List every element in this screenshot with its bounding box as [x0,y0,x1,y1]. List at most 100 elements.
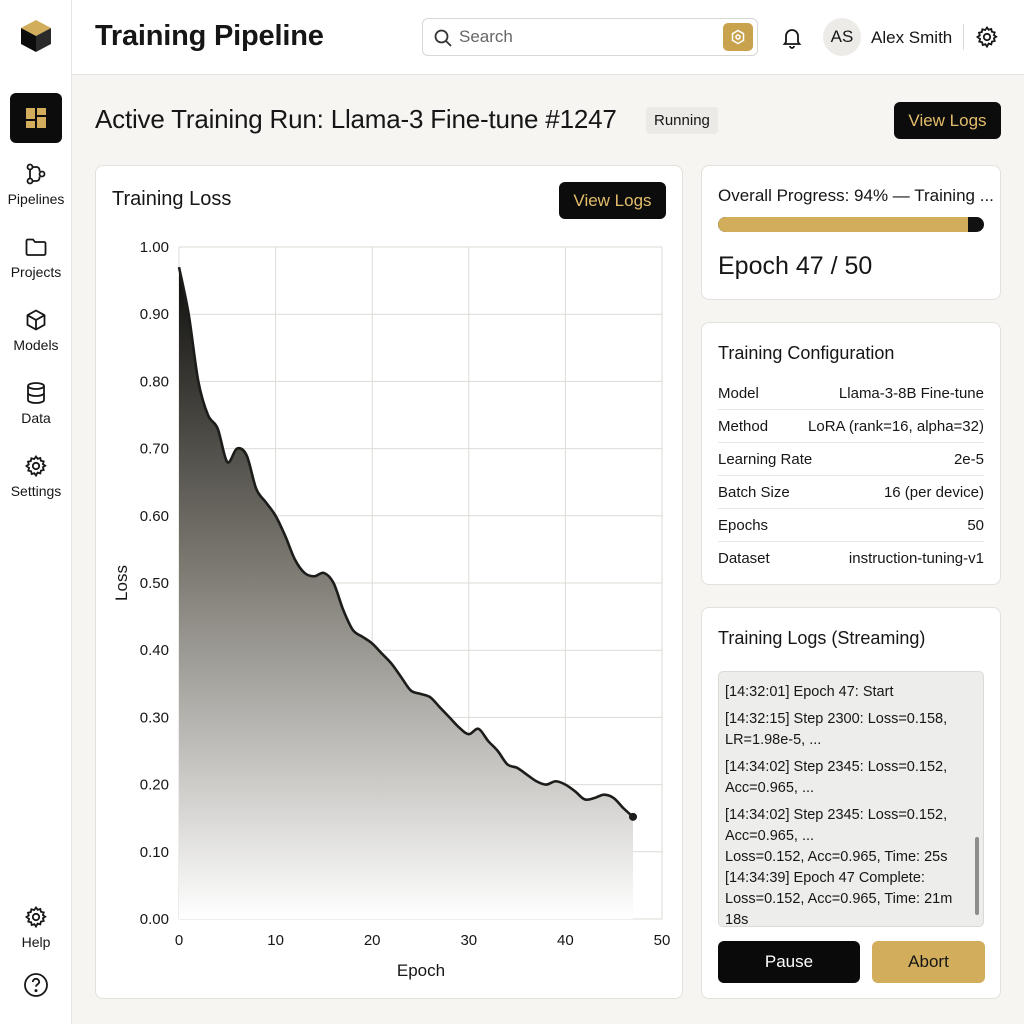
training-logs-card: Training Logs (Streaming) [14:32:01] Epo… [701,607,1001,999]
x-tick-label: 40 [557,932,574,949]
logs-title: Training Logs (Streaming) [718,628,926,648]
y-tick-label: 0.20 [140,777,169,794]
search-input[interactable] [459,25,709,49]
y-tick-label: 0.10 [140,844,169,861]
log-entry: [14:34:02] Step 2345: Loss=0.152, Acc=0.… [725,759,948,796]
x-tick-label: 30 [460,932,477,949]
config-key: Model [718,384,759,402]
config-value: 2e-5 [953,450,984,468]
pipeline-icon [26,163,46,185]
database-icon [27,382,45,404]
sidebar-item-label: Settings [10,483,62,499]
view-logs-button[interactable]: View Logs [894,102,1001,139]
log-stream[interactable]: [14:32:01] Epoch 47: Start [14:32:15] St… [718,671,984,928]
y-tick-label: 0.80 [140,373,169,390]
search-bar[interactable] [422,18,758,56]
chart-view-logs-button[interactable]: View Logs [559,182,666,219]
log-entry: Loss=0.152, Acc=0.965, Time: 25s [725,849,948,865]
training-config-card: Training Configuration Model Llama-3-8B … [701,322,1001,585]
gear-icon [24,905,47,929]
sidebar-item-pipelines[interactable]: Pipelines [0,162,72,207]
training-loss-card: 0 10 20 30 40 50 0.00 0.10 0.20 0.30 0.40 0.50 0.60 0… [95,165,683,999]
y-tick-label: 0.40 [140,642,169,659]
y-axis-label: Loss [112,565,131,601]
folder-icon [25,238,47,256]
top-header: Training Pipeline AS Alex Smith [72,0,1024,75]
sidebar-item-projects[interactable]: Projects [0,235,72,280]
y-tick-label: 1.00 [140,239,169,256]
config-row-method: Method LoRA (rank=16, alpha=32) [718,410,984,443]
gear-icon [24,454,47,478]
avatar[interactable]: AS [823,18,861,56]
question-icon[interactable] [23,972,49,1003]
config-key: Batch Size [718,483,790,501]
sidebar-item-label: Data [21,410,51,426]
config-key: Dataset [718,550,770,567]
progress-bar [718,217,984,232]
y-tick-label: 0.00 [140,911,169,928]
page-title: Active Training Run: Llama-3 Fine-tune #… [95,104,617,134]
y-tick-label: 0.90 [140,306,169,323]
settings-gear-icon[interactable] [975,25,999,54]
x-tick-label: 10 [267,932,284,949]
sidebar-item-label: Projects [10,264,62,280]
sidebar-item-models[interactable]: Models [0,308,72,353]
config-value: instruction-tuning-v1 [848,550,984,567]
config-value: Llama-3-8B Fine-tune [838,384,984,402]
dashboard-icon [26,108,46,128]
x-tick-label: 20 [364,932,381,949]
config-value: 50 [967,516,984,534]
x-tick-label: 0 [175,932,183,949]
search-filter-button[interactable] [723,23,753,51]
sidebar-item-label: Models [13,337,59,353]
y-tick-label: 0.60 [140,508,169,525]
sidebar-item-help[interactable]: Help [0,905,72,950]
x-axis-label: Epoch [397,961,445,980]
search-icon [434,29,452,47]
sidebar-item-label: Pipelines [7,191,65,207]
y-tick-label: 0.30 [140,709,169,726]
config-key: Method [718,417,769,435]
log-entry: [14:32:15] Step 2300: Loss=0.158, LR=1.9… [725,711,948,748]
config-key: Epochs [718,516,769,534]
sidebar-item-data[interactable]: Data [0,381,72,426]
training-loss-chart: 0 10 20 30 40 50 0.00 0.10 0.20 0.30 0.40 0.50 0.60 0… [112,239,671,980]
config-value: LoRA (rank=16, alpha=32) [808,417,984,435]
config-row-batch-size: Batch Size 16 (per device) [718,476,984,509]
pause-button[interactable]: Pause [718,941,860,983]
chart-title: Training Loss [112,188,232,210]
latest-loss-point [629,812,638,821]
sidebar-item-label: Help [21,934,51,950]
y-tick-label: 0.70 [140,441,169,458]
config-key: Learning Rate [718,450,813,468]
cube-icon [26,309,46,331]
progress-card: Overall Progress: 94% — Training ... Epo… [701,165,1001,300]
log-entry: [14:34:39] Epoch 47 Complete: Loss=0.152… [725,870,953,928]
config-table: Model Llama-3-8B Fine-tune Method LoRA (… [718,377,984,575]
config-row-epochs: Epochs 50 [718,509,984,542]
sidebar-item-dashboard[interactable] [10,93,62,143]
progress-label: Overall Progress: 94% — Training ... [718,186,994,205]
config-title: Training Configuration [718,343,895,363]
notification-bell-icon[interactable] [780,25,804,54]
log-entry: [14:32:01] Epoch 47: Start [725,684,894,700]
app-title: Training Pipeline [95,20,324,52]
header-divider [963,24,964,50]
sidebar-item-settings[interactable]: Settings [0,454,72,499]
logo-icon[interactable] [18,18,54,54]
filter-icon [731,29,745,45]
config-row-dataset: Dataset instruction-tuning-v1 [718,542,984,575]
config-row-learning-rate: Learning Rate 2e-5 [718,443,984,476]
config-row-model: Model Llama-3-8B Fine-tune [718,377,984,410]
log-scrollbar[interactable] [975,837,979,915]
epoch-counter: Epoch 47 / 50 [718,252,873,280]
progress-fill [718,217,969,232]
config-value: 16 (per device) [883,483,984,501]
status-badge: Running [646,107,718,134]
abort-button[interactable]: Abort [872,941,985,983]
y-tick-label: 0.50 [140,575,169,592]
sidebar: Pipelines Projects Models Data Settings [0,0,72,1024]
x-tick-label: 50 [654,932,671,949]
user-name[interactable]: Alex Smith [871,28,952,48]
log-entry: [14:34:02] Step 2345: Loss=0.152, Acc=0.… [725,807,948,844]
